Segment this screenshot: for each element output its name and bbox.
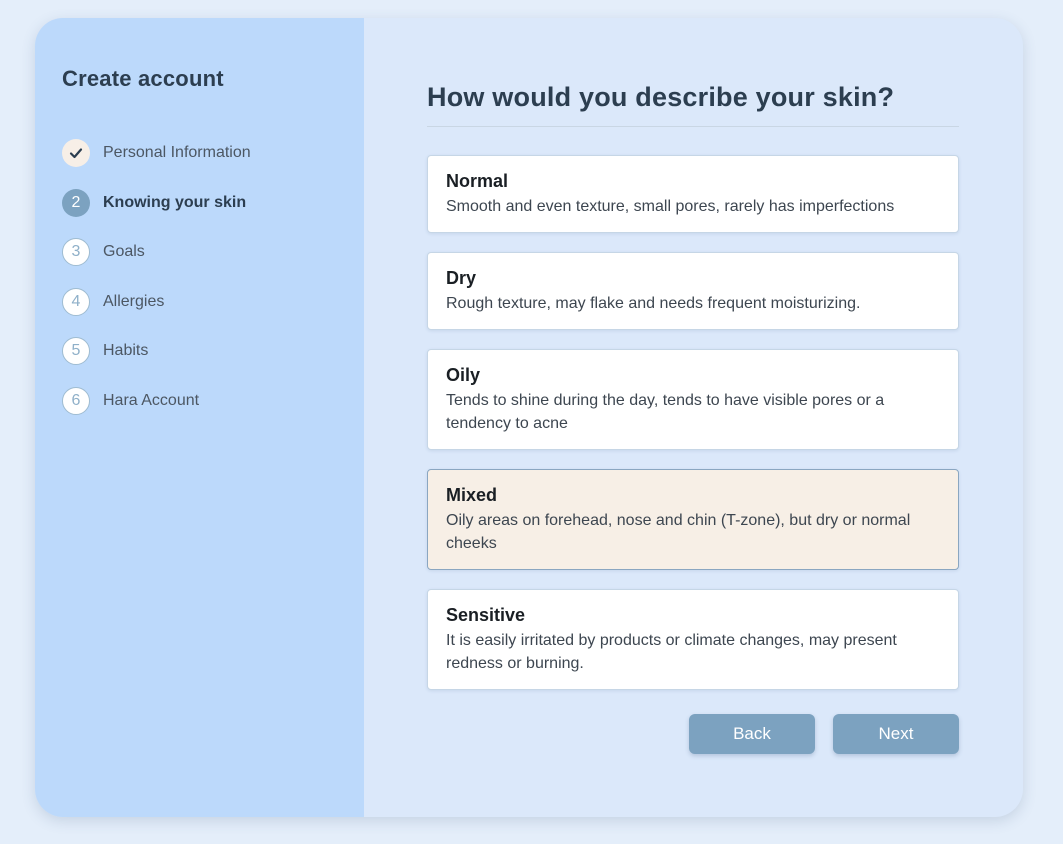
next-button[interactable]: Next (833, 714, 959, 754)
option-description: Oily areas on forehead, nose and chin (T… (446, 512, 911, 552)
back-button[interactable]: Back (689, 714, 815, 754)
step-label: Habits (103, 342, 149, 360)
step-label: Hara Account (103, 391, 200, 409)
divider (427, 126, 959, 127)
step-personal-information[interactable]: Personal Information (62, 139, 364, 167)
step-hara-account[interactable]: 6 Hara Account (62, 386, 364, 415)
main-panel: How would you describe your skin? Normal… (364, 18, 1023, 817)
sidebar-title: Create account (62, 66, 224, 91)
option-description: Tends to shine during the day, tends to … (446, 392, 885, 432)
option-sensitive[interactable]: Sensitive It is easily irritated by prod… (427, 589, 959, 690)
step-label: Goals (103, 243, 145, 261)
step-number: 4 (62, 287, 90, 316)
step-number: 3 (62, 238, 90, 267)
check-icon (69, 148, 83, 159)
step-number: 2 (62, 188, 90, 217)
option-description: It is easily irritated by products or cl… (446, 632, 897, 672)
question-title: How would you describe your skin? (427, 82, 895, 112)
option-title: Normal (446, 171, 509, 191)
form-actions: Back Next (689, 714, 959, 754)
step-label: Knowing your skin (103, 193, 247, 211)
signup-card: Create account Personal Information 2 Kn… (35, 18, 1023, 817)
option-title: Mixed (446, 485, 498, 505)
option-title: Oily (446, 365, 481, 385)
step-label: Allergies (103, 292, 165, 310)
step-habits[interactable]: 5 Habits (62, 337, 364, 366)
step-number: 6 (62, 386, 90, 415)
step-badge (62, 139, 90, 167)
option-normal[interactable]: Normal Smooth and even texture, small po… (427, 155, 959, 233)
skin-type-options: Normal Smooth and even texture, small po… (427, 155, 959, 709)
sidebar: Create account Personal Information 2 Kn… (35, 18, 364, 817)
option-dry[interactable]: Dry Rough texture, may flake and needs f… (427, 252, 959, 330)
option-title: Dry (446, 268, 477, 288)
step-number: 5 (62, 337, 90, 366)
option-description: Rough texture, may flake and needs frequ… (446, 295, 861, 312)
step-goals[interactable]: 3 Goals (62, 238, 364, 267)
step-label: Personal Information (103, 144, 251, 161)
option-mixed[interactable]: Mixed Oily areas on forehead, nose and c… (427, 469, 959, 570)
option-oily[interactable]: Oily Tends to shine during the day, tend… (427, 349, 959, 450)
option-title: Sensitive (446, 605, 526, 625)
step-allergies[interactable]: 4 Allergies (62, 287, 364, 316)
option-description: Smooth and even texture, small pores, ra… (446, 198, 895, 215)
step-list: Personal Information 2 Knowing your skin… (62, 139, 364, 415)
step-knowing-your-skin[interactable]: 2 Knowing your skin (62, 188, 364, 217)
